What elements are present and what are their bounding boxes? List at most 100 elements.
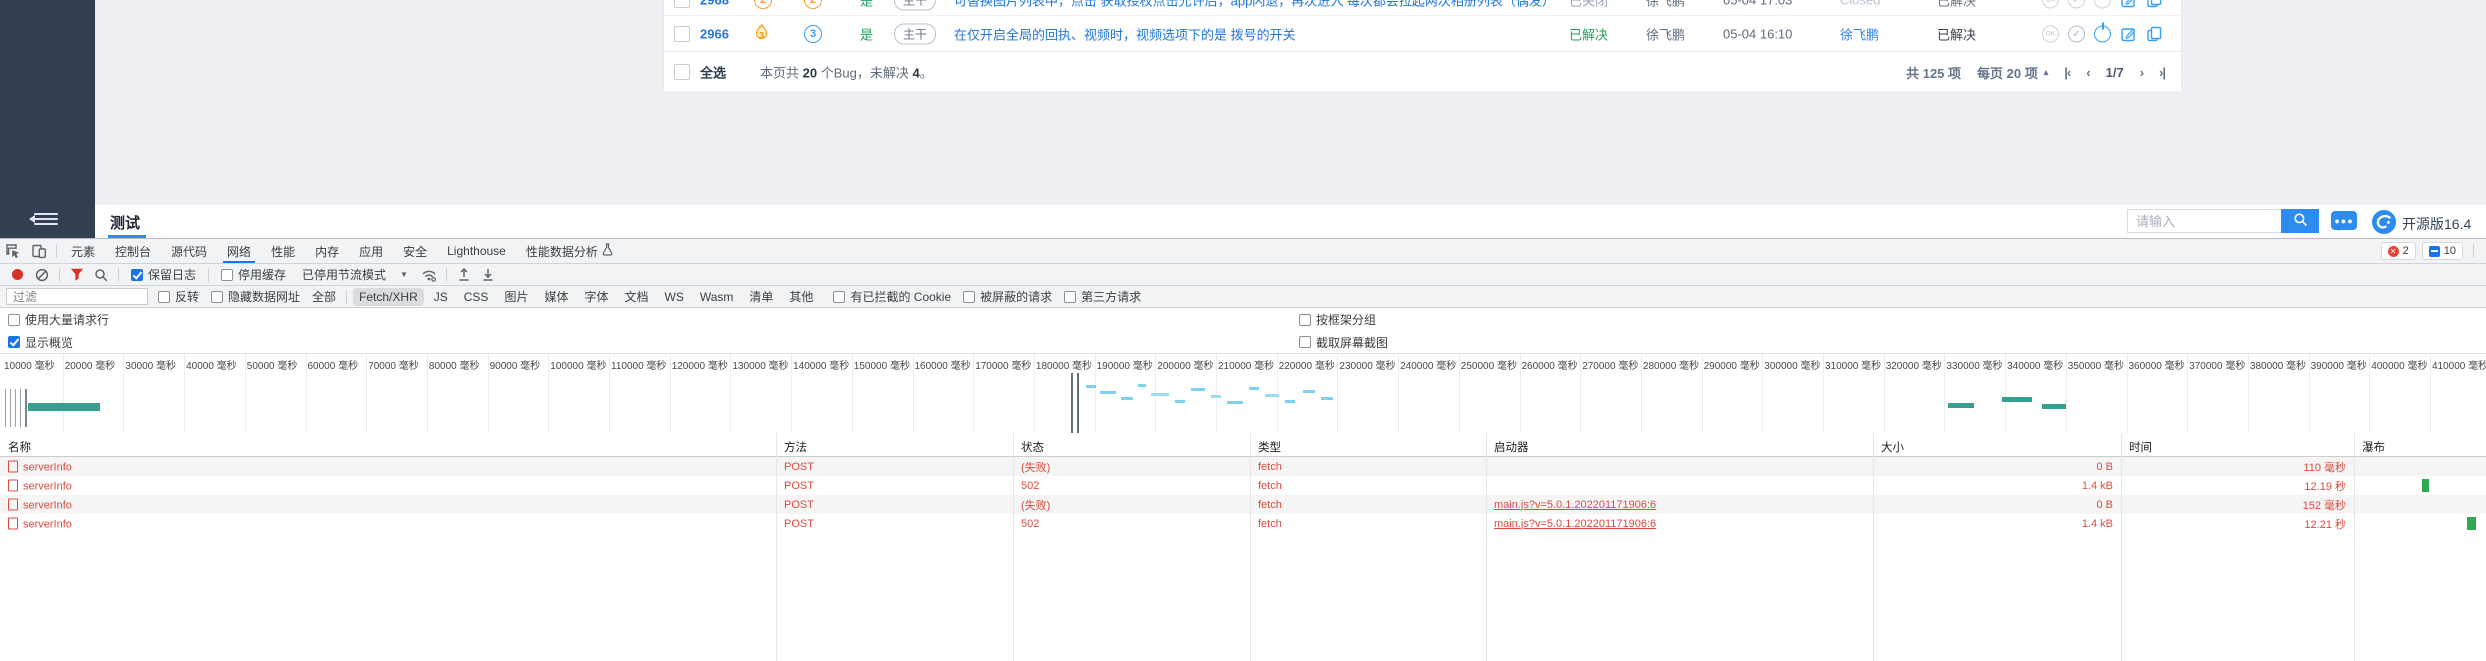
filter-pill-其他[interactable]: 其他	[783, 286, 819, 307]
capture-screenshots-checkbox[interactable]: 截取屏幕截图	[1299, 334, 1388, 351]
network-request-row[interactable]: serverInfo POST 502 fetch main.js?v=5.0.…	[0, 514, 2486, 533]
copy-icon[interactable]	[2146, 26, 2163, 43]
edit-icon[interactable]	[2120, 0, 2137, 8]
filter-input[interactable]	[6, 288, 148, 305]
filter-pill-Wasm[interactable]: Wasm	[694, 288, 740, 306]
device-toolbar-icon[interactable]	[26, 239, 52, 263]
hide-data-urls-checkbox[interactable]: 隐藏数据网址	[211, 288, 300, 305]
throttling-select[interactable]: 已停用节流模式▼	[302, 266, 408, 283]
bug-title-link[interactable]: 在仅开启全局的回执、视频时，视频选项下的是 拨号的开关	[954, 25, 1296, 44]
network-conditions-icon[interactable]	[418, 266, 440, 284]
version-label[interactable]: 开源版16.4	[2402, 214, 2471, 234]
filter-pill-文档[interactable]: 文档	[618, 286, 654, 307]
column-header-启动器[interactable]: 启动器	[1494, 439, 1529, 455]
prev-page-icon[interactable]: ‹	[2086, 65, 2089, 80]
row-checkbox[interactable]	[674, 26, 690, 42]
bug-id-link[interactable]: 2968	[700, 0, 729, 7]
disable-cache-checkbox[interactable]: 停用缓存	[221, 266, 286, 283]
row-checkbox[interactable]	[674, 0, 690, 8]
preserve-log-checkbox[interactable]: 保留日志	[131, 266, 196, 283]
network-request-row[interactable]: serverInfo POST (失败) fetch 0 B 110 毫秒	[0, 457, 2486, 476]
select-all-label[interactable]: 全选	[700, 63, 726, 82]
column-header-名称[interactable]: 名称	[8, 439, 31, 455]
record-network-log-icon[interactable]	[12, 269, 23, 280]
search-network-icon[interactable]	[90, 266, 112, 284]
column-header-瀑布[interactable]: 瀑布	[2362, 439, 2385, 455]
tab-元素[interactable]: 元素	[61, 239, 105, 263]
search-button[interactable]	[2281, 209, 2319, 233]
feedback-chat-icon[interactable]: ●●●	[2331, 211, 2357, 230]
collapse-menu-icon[interactable]	[34, 210, 58, 228]
copy-icon[interactable]	[2146, 0, 2163, 8]
close-power-icon[interactable]	[2094, 0, 2111, 8]
blocked-cookies-checkbox[interactable]: 有已拦截的 Cookie	[833, 288, 951, 305]
column-separator[interactable]	[1486, 433, 1487, 661]
request-initiator[interactable]: main.js?v=5.0.1.202201171906:6	[1486, 499, 1873, 511]
column-header-时间[interactable]: 时间	[2129, 439, 2152, 455]
tab-性能[interactable]: 性能	[261, 239, 305, 263]
big-request-rows-checkbox[interactable]: 使用大量请求行	[8, 311, 109, 328]
request-name[interactable]: serverInfo	[0, 479, 776, 492]
request-name[interactable]: serverInfo	[0, 517, 776, 530]
last-page-icon[interactable]: ›|	[2159, 65, 2165, 80]
console-errors-badge[interactable]: ✕2	[2381, 242, 2416, 260]
select-all-checkbox[interactable]	[674, 64, 690, 80]
request-name[interactable]: serverInfo	[0, 498, 776, 511]
inspect-element-icon[interactable]	[0, 239, 26, 263]
overview-activity-mark	[1121, 397, 1133, 400]
network-overview-timeline[interactable]: 10000 毫秒20000 毫秒30000 毫秒40000 毫秒50000 毫秒…	[0, 354, 2486, 434]
tab-网络[interactable]: 网络	[217, 239, 261, 263]
close-power-icon[interactable]	[2094, 26, 2111, 43]
filter-pill-JS[interactable]: JS	[428, 288, 454, 306]
column-header-状态[interactable]: 状态	[1021, 439, 1044, 455]
filter-pill-媒体[interactable]: 媒体	[538, 286, 574, 307]
request-name[interactable]: serverInfo	[0, 460, 776, 473]
resolve-check-icon[interactable]: ✓	[2068, 0, 2085, 8]
edit-icon[interactable]	[2120, 26, 2137, 43]
confirm-ok-icon[interactable]: OK	[2042, 26, 2059, 43]
resolve-check-icon[interactable]: ✓	[2068, 26, 2085, 43]
tab-控制台[interactable]: 控制台	[105, 239, 161, 263]
first-page-icon[interactable]: |‹	[2064, 65, 2070, 80]
network-request-row[interactable]: serverInfo POST 502 fetch 1.4 kB 12.19 秒	[0, 476, 2486, 495]
filter-all-label[interactable]: 全部	[312, 288, 336, 305]
filter-funnel-icon[interactable]	[66, 266, 88, 284]
filter-pill-字体[interactable]: 字体	[578, 286, 614, 307]
ruler-tick-label: 110000 毫秒	[611, 357, 666, 372]
request-initiator[interactable]: main.js?v=5.0.1.202201171906:6	[1486, 518, 1873, 530]
bug-row[interactable]: 2966 3 3 是 主干 在仅开启全局的回执、视频时，视频选项下的是 拨号的开…	[664, 15, 2181, 52]
next-page-icon[interactable]: ›	[2140, 65, 2143, 80]
issues-badge[interactable]: 10	[2422, 242, 2463, 260]
network-request-row[interactable]: serverInfo POST (失败) fetch main.js?v=5.0…	[0, 495, 2486, 514]
clear-network-log-icon[interactable]	[31, 266, 53, 284]
confirm-ok-icon[interactable]: OK	[2042, 0, 2059, 8]
group-by-frame-checkbox[interactable]: 按框架分组	[1299, 311, 1376, 328]
tab-源代码[interactable]: 源代码	[161, 239, 217, 263]
show-overview-checkbox[interactable]: 显示概览	[8, 334, 73, 351]
search-input[interactable]	[2127, 209, 2288, 233]
tab-Lighthouse[interactable]: Lighthouse	[437, 239, 516, 263]
tab-安全[interactable]: 安全	[393, 239, 437, 263]
import-har-icon[interactable]	[453, 266, 475, 284]
column-header-类型[interactable]: 类型	[1258, 439, 1281, 455]
tab-内存[interactable]: 内存	[305, 239, 349, 263]
column-separator[interactable]	[2354, 433, 2355, 661]
filter-pill-图片[interactable]: 图片	[498, 286, 534, 307]
bug-id-link[interactable]: 2966	[700, 27, 729, 42]
filter-pill-CSS[interactable]: CSS	[458, 288, 495, 306]
tab-test[interactable]: 测试	[110, 212, 140, 233]
column-header-大小[interactable]: 大小	[1881, 439, 1904, 455]
column-header-方法[interactable]: 方法	[784, 439, 807, 455]
blocked-requests-checkbox[interactable]: 被屏蔽的请求	[963, 288, 1052, 305]
tab-性能数据分析[interactable]: 性能数据分析	[516, 239, 623, 263]
bug-title-link[interactable]: 可替换图片列表中，点击 获取授权点击允许后，app闪退，再次进入 每次都会拉起两…	[954, 0, 1555, 9]
filter-pill-WS[interactable]: WS	[659, 288, 690, 306]
filter-pill-清单[interactable]: 清单	[743, 286, 779, 307]
bug-row[interactable]: 2968 2 2 是 主干 可替换图片列表中，点击 获取授权点击允许后，app闪…	[664, 0, 2181, 15]
export-har-icon[interactable]	[477, 266, 499, 284]
per-page-select[interactable]: 每页 20 项	[1977, 63, 2038, 82]
tab-应用[interactable]: 应用	[349, 239, 393, 263]
third-party-checkbox[interactable]: 第三方请求	[1064, 288, 1141, 305]
invert-filter-checkbox[interactable]: 反转	[158, 288, 199, 305]
filter-pill-Fetch/XHR[interactable]: Fetch/XHR	[353, 288, 424, 306]
